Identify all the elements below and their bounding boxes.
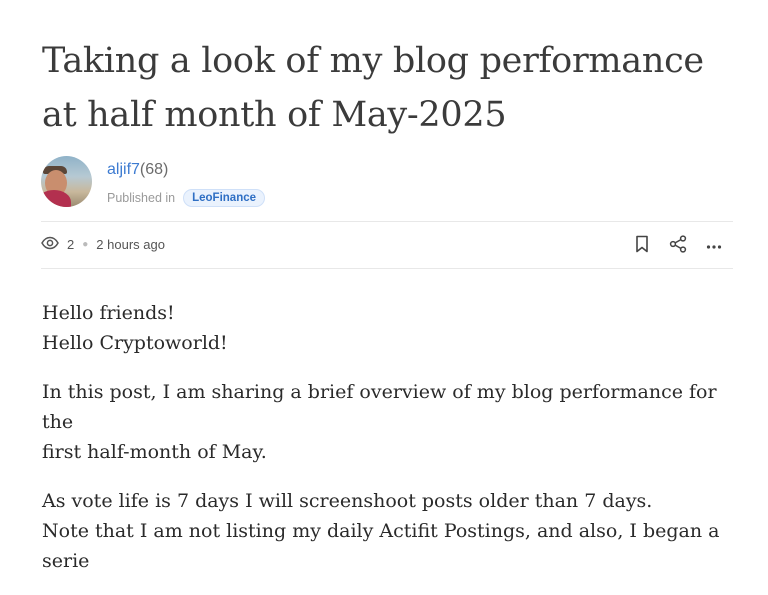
avatar[interactable] (41, 156, 92, 207)
text-line: Hello friends! (42, 302, 175, 324)
post-title: Taking a look of my blog performance at … (42, 41, 704, 135)
text-line: first half-month of May. (42, 441, 267, 463)
text-line: Note that I am not listing my daily Acti… (42, 520, 720, 572)
views-counter: 2 ● 2 hours ago (41, 236, 165, 253)
author-name[interactable]: aljif7 (107, 161, 140, 178)
separator-dot: ● (82, 239, 89, 250)
share-icon (669, 234, 687, 256)
paragraph: Hello friends! Hello Cryptoworld! (42, 298, 742, 358)
text-line: Hello Cryptoworld! (42, 332, 228, 354)
more-button[interactable] (703, 234, 725, 256)
share-button[interactable] (667, 234, 689, 256)
post-actions (617, 234, 725, 256)
published-in: Published in LeoFinance (107, 189, 266, 207)
post-body: Hello friends! Hello Cryptoworld! In thi… (42, 298, 742, 595)
text-line: In this post, I am sharing a brief overv… (42, 381, 717, 433)
published-label: Published in (107, 191, 176, 205)
author-row: aljif7(68) Published in LeoFinance (41, 156, 741, 208)
author-link[interactable]: aljif7(68) (107, 161, 168, 179)
post-page: Taking a look of my blog performance at … (0, 0, 768, 572)
post-time: 2 hours ago (96, 237, 165, 252)
divider-bottom (41, 268, 733, 269)
divider-top (41, 221, 733, 222)
paragraph: As vote life is 7 days I will screenshoo… (42, 486, 742, 576)
community-badge[interactable]: LeoFinance (183, 189, 266, 207)
bookmark-button[interactable] (631, 234, 653, 256)
bookmark-icon (635, 235, 649, 256)
post-meta-bar: 2 ● 2 hours ago (41, 234, 733, 256)
more-icon (706, 238, 722, 253)
paragraph: In this post, I am sharing a brief overv… (42, 377, 742, 467)
eye-icon (41, 236, 59, 253)
author-reputation: (68) (139, 161, 169, 178)
views-count: 2 (67, 237, 75, 252)
